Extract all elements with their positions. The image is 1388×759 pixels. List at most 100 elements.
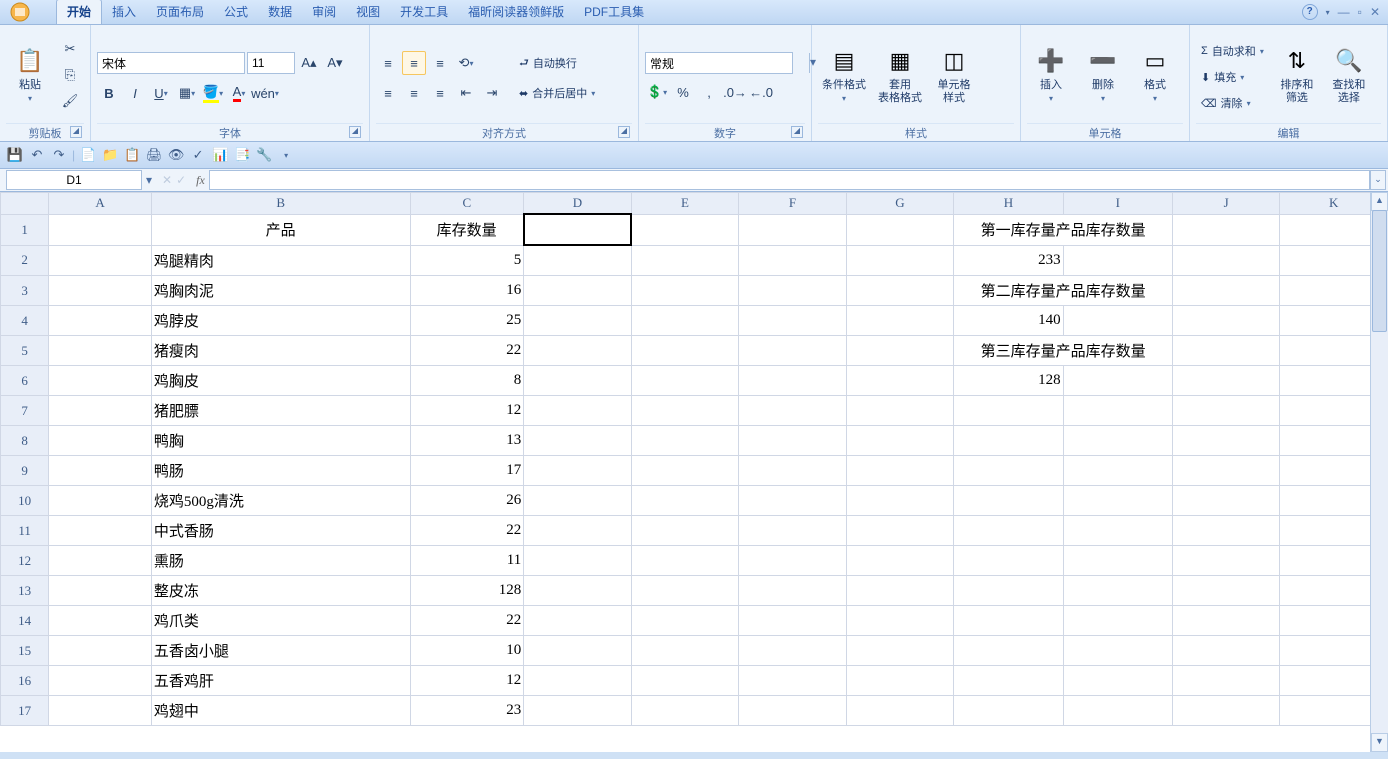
cell-J13[interactable] xyxy=(1172,576,1279,606)
cell-I4[interactable] xyxy=(1063,306,1172,336)
row-header-4[interactable]: 4 xyxy=(1,306,49,336)
tab-5[interactable]: 审阅 xyxy=(302,0,346,24)
cell-C13[interactable]: 128 xyxy=(410,576,524,606)
cell-J9[interactable] xyxy=(1172,456,1279,486)
italic-button[interactable]: I xyxy=(123,81,147,105)
orientation-button[interactable]: ⟲▾ xyxy=(454,51,478,75)
cell-F17[interactable] xyxy=(739,696,846,726)
cell-E15[interactable] xyxy=(631,636,739,666)
cell-B3[interactable]: 鸡胸肉泥 xyxy=(151,276,410,306)
name-box-value[interactable]: D1 xyxy=(6,170,142,190)
cell-H1[interactable]: 第一库存量产品库存数量 xyxy=(954,214,1173,245)
cell-B12[interactable]: 熏肠 xyxy=(151,546,410,576)
cell-J11[interactable] xyxy=(1172,516,1279,546)
cell-B11[interactable]: 中式香肠 xyxy=(151,516,410,546)
row-header-12[interactable]: 12 xyxy=(1,546,49,576)
cell-F7[interactable] xyxy=(739,396,846,426)
cell-D14[interactable] xyxy=(524,606,632,636)
cell-C6[interactable]: 8 xyxy=(410,366,524,396)
cell-D10[interactable] xyxy=(524,486,632,516)
cell-G11[interactable] xyxy=(846,516,954,546)
delete-cells-button[interactable]: ➖删除▾ xyxy=(1079,27,1127,123)
cell-E8[interactable] xyxy=(631,426,739,456)
cell-B6[interactable]: 鸡胸皮 xyxy=(151,366,410,396)
cell-C2[interactable]: 5 xyxy=(410,245,524,276)
cell-I7[interactable] xyxy=(1063,396,1172,426)
spreadsheet-grid[interactable]: ABCDEFGHIJK1产品库存数量第一库存量产品库存数量2鸡腿精肉52333鸡… xyxy=(0,192,1388,726)
cell-C8[interactable]: 13 xyxy=(410,426,524,456)
cell-D6[interactable] xyxy=(524,366,632,396)
cell-F11[interactable] xyxy=(739,516,846,546)
cell-G1[interactable] xyxy=(846,214,954,245)
qat-btn-5[interactable]: 👁 xyxy=(167,146,185,164)
cell-D12[interactable] xyxy=(524,546,632,576)
cell-C15[interactable]: 10 xyxy=(410,636,524,666)
cancel-formula-icon[interactable]: ✕ xyxy=(162,173,172,187)
sort-filter-button[interactable]: ⇅排序和 筛选 xyxy=(1273,27,1321,123)
insert-cells-button[interactable]: ➕插入▾ xyxy=(1027,27,1075,123)
cell-F1[interactable] xyxy=(739,214,846,245)
cell-I10[interactable] xyxy=(1063,486,1172,516)
cell-H17[interactable] xyxy=(954,696,1063,726)
cell-H14[interactable] xyxy=(954,606,1063,636)
cell-G6[interactable] xyxy=(846,366,954,396)
cell-F4[interactable] xyxy=(739,306,846,336)
grow-font-button[interactable]: A▴ xyxy=(297,51,321,75)
cell-A10[interactable] xyxy=(49,486,152,516)
align-right-button[interactable]: ≡ xyxy=(428,81,452,105)
cell-C9[interactable]: 17 xyxy=(410,456,524,486)
cell-D1[interactable] xyxy=(524,214,632,245)
cell-D13[interactable] xyxy=(524,576,632,606)
cell-C7[interactable]: 12 xyxy=(410,396,524,426)
find-select-button[interactable]: 🔍查找和 选择 xyxy=(1325,27,1373,123)
formula-input[interactable] xyxy=(209,170,1370,190)
cell-A14[interactable] xyxy=(49,606,152,636)
cell-A5[interactable] xyxy=(49,336,152,366)
cell-C12[interactable]: 11 xyxy=(410,546,524,576)
cell-F16[interactable] xyxy=(739,666,846,696)
format-cells-button[interactable]: ▭格式▾ xyxy=(1131,27,1179,123)
align-dialog-icon[interactable]: ◢ xyxy=(618,126,630,138)
fill-color-button[interactable]: 🪣▾ xyxy=(201,81,225,105)
cell-D3[interactable] xyxy=(524,276,632,306)
cell-G5[interactable] xyxy=(846,336,954,366)
cell-E10[interactable] xyxy=(631,486,739,516)
cell-G17[interactable] xyxy=(846,696,954,726)
bold-button[interactable]: B xyxy=(97,81,121,105)
cell-E17[interactable] xyxy=(631,696,739,726)
clear-button[interactable]: ⌫清除▾ xyxy=(1196,91,1269,115)
redo-button[interactable]: ↷ xyxy=(50,146,68,164)
cell-I8[interactable] xyxy=(1063,426,1172,456)
row-header-14[interactable]: 14 xyxy=(1,606,49,636)
cell-I11[interactable] xyxy=(1063,516,1172,546)
tab-6[interactable]: 视图 xyxy=(346,0,390,24)
row-header-6[interactable]: 6 xyxy=(1,366,49,396)
cell-H4[interactable]: 140 xyxy=(954,306,1063,336)
align-top-button[interactable]: ≡ xyxy=(376,51,400,75)
cell-B4[interactable]: 鸡脖皮 xyxy=(151,306,410,336)
cell-J8[interactable] xyxy=(1172,426,1279,456)
vertical-scrollbar[interactable]: ▲ ▼ xyxy=(1370,192,1388,752)
conditional-format-button[interactable]: ▤条件格式▾ xyxy=(818,27,870,123)
cell-J3[interactable] xyxy=(1172,276,1279,306)
cell-J7[interactable] xyxy=(1172,396,1279,426)
cell-G8[interactable] xyxy=(846,426,954,456)
shrink-font-button[interactable]: A▾ xyxy=(323,51,347,75)
cell-H11[interactable] xyxy=(954,516,1063,546)
col-header-F[interactable]: F xyxy=(739,193,846,215)
cell-I13[interactable] xyxy=(1063,576,1172,606)
cell-G16[interactable] xyxy=(846,666,954,696)
row-header-5[interactable]: 5 xyxy=(1,336,49,366)
cell-I9[interactable] xyxy=(1063,456,1172,486)
cell-D11[interactable] xyxy=(524,516,632,546)
tab-4[interactable]: 数据 xyxy=(258,0,302,24)
accept-formula-icon[interactable]: ✓ xyxy=(176,173,186,187)
cell-A11[interactable] xyxy=(49,516,152,546)
increase-decimal-button[interactable]: .0→ xyxy=(723,80,747,104)
align-left-button[interactable]: ≡ xyxy=(376,81,400,105)
qat-btn-2[interactable]: 📁 xyxy=(101,146,119,164)
cell-H7[interactable] xyxy=(954,396,1063,426)
cell-A6[interactable] xyxy=(49,366,152,396)
cell-E14[interactable] xyxy=(631,606,739,636)
align-middle-button[interactable]: ≡ xyxy=(402,51,426,75)
